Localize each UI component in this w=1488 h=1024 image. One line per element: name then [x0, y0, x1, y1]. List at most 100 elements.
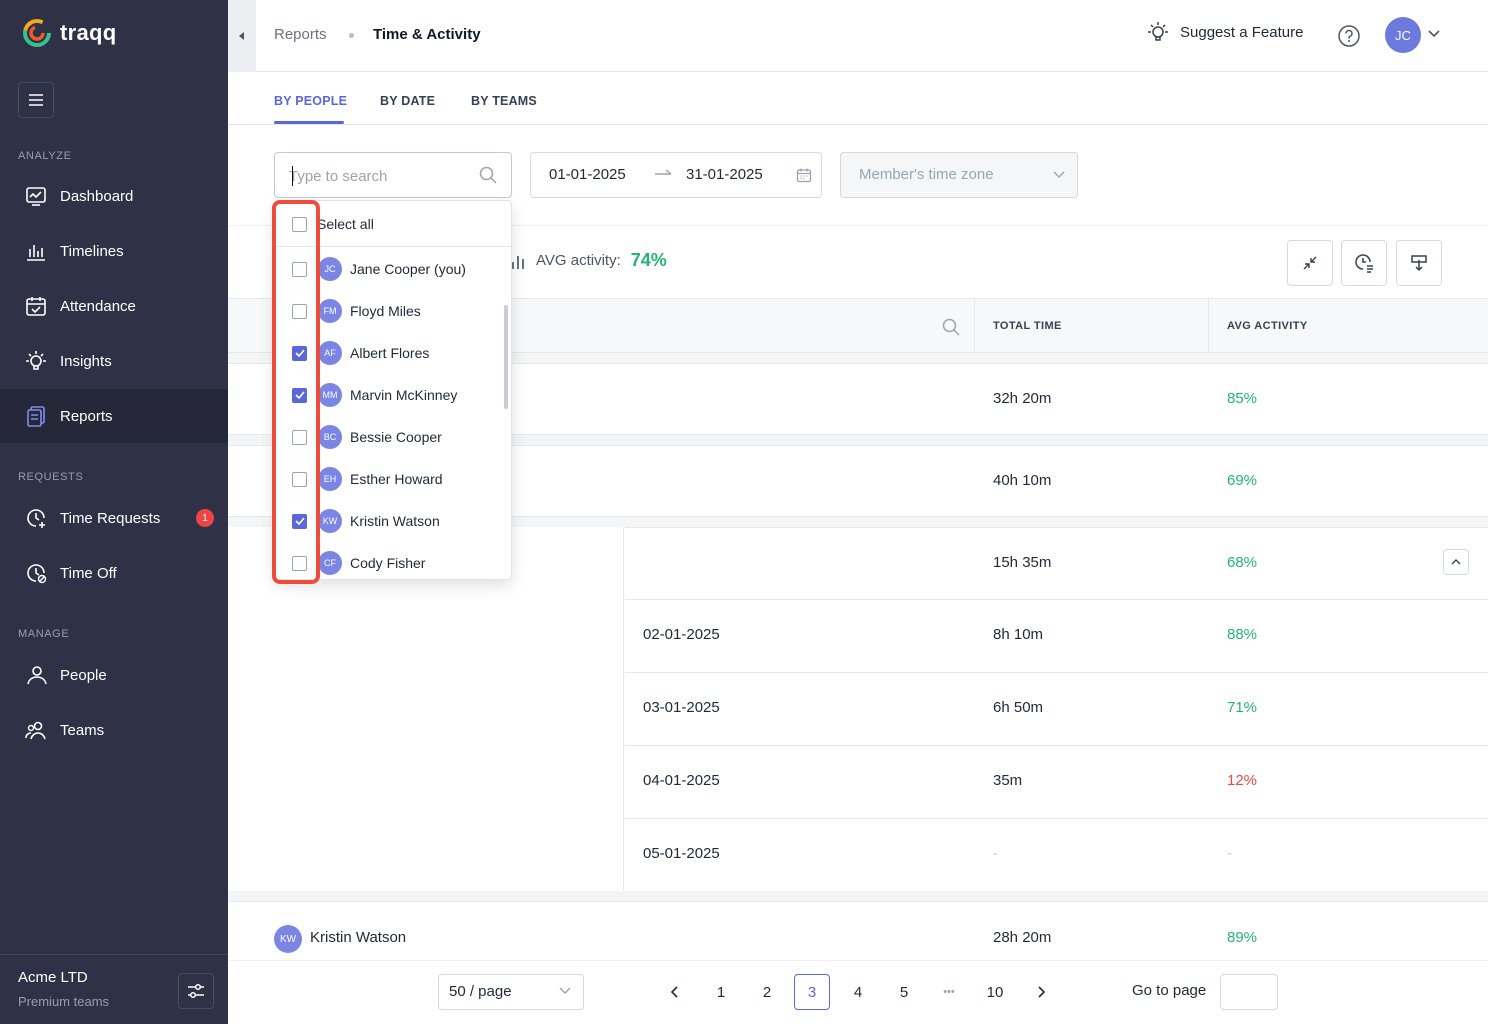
member-option[interactable]: KW Kristin Watson — [275, 500, 511, 542]
hamburger-icon — [29, 94, 43, 106]
select-all-checkbox[interactable] — [292, 217, 307, 232]
avg-activity: - — [1227, 845, 1232, 862]
prev-page-button[interactable] — [657, 974, 693, 1010]
date-sub-row: 05-01-2025 - - — [625, 819, 1488, 892]
caret-left-icon — [239, 32, 244, 40]
page-size-value: 50 / page — [449, 983, 512, 1000]
tab-by-people[interactable]: BY PEOPLE — [274, 94, 347, 108]
text-cursor — [292, 166, 293, 186]
member-checkbox[interactable] — [292, 429, 307, 445]
member-option[interactable]: EH Esther Howard — [275, 458, 511, 500]
date-to[interactable]: 31-01-2025 — [686, 166, 763, 183]
sidebar-item-time-off[interactable]: Time Off — [0, 546, 228, 600]
export-button[interactable] — [1396, 240, 1442, 286]
column-header-avg-activity[interactable]: AVG ACTIVITY — [1227, 320, 1308, 332]
bar-chart-icon — [24, 239, 48, 263]
breadcrumb-reports[interactable]: Reports — [274, 26, 327, 43]
page-10[interactable]: 10 — [977, 974, 1013, 1010]
team-icon — [24, 718, 48, 742]
date-sub-row: 02-01-2025 8h 10m 88% — [625, 600, 1488, 673]
sidebar-item-label: Teams — [60, 721, 105, 739]
page-size-select[interactable]: 50 / page — [438, 974, 584, 1010]
member-avatar: EH — [318, 467, 342, 491]
page-ellipsis[interactable]: ••• — [931, 974, 967, 1010]
avg-activity-value: 74% — [630, 250, 667, 270]
select-all-option[interactable]: Select all — [275, 201, 511, 247]
sidebar-item-label: Time Off — [60, 564, 117, 582]
page-2[interactable]: 2 — [749, 974, 785, 1010]
time-settings-button[interactable] — [1341, 240, 1387, 286]
sidebar-item-timelines[interactable]: Timelines — [0, 224, 228, 278]
member-avatar: FM — [318, 299, 342, 323]
date-from[interactable]: 01-01-2025 — [549, 166, 626, 183]
member-search-input[interactable] — [289, 165, 469, 187]
timezone-select[interactable]: Member's time zone — [840, 152, 1078, 198]
next-page-button[interactable] — [1023, 974, 1059, 1010]
total-time: 32h 20m — [993, 390, 1052, 407]
sidebar-item-attendance[interactable]: Attendance — [0, 279, 228, 333]
member-checkbox[interactable] — [292, 555, 307, 571]
sidebar-item-reports[interactable]: Reports — [0, 389, 228, 443]
dropdown-scrollbar[interactable] — [504, 305, 508, 409]
search-icon[interactable] — [942, 318, 960, 336]
member-search-box[interactable] — [274, 152, 512, 198]
sidebar-item-label: Insights — [60, 352, 112, 370]
member-name: Esther Howard — [350, 471, 443, 487]
table-row[interactable]: KW Kristin Watson 28h 20m 89% — [228, 901, 1488, 961]
clock-off-icon — [24, 561, 48, 585]
sub-row-date: 03-01-2025 — [643, 699, 720, 716]
person-icon — [24, 663, 48, 687]
chevron-right-icon — [1038, 986, 1045, 998]
search-icon — [479, 166, 497, 184]
download-icon — [1411, 255, 1427, 272]
arrow-right-icon — [655, 169, 672, 175]
member-checkbox[interactable] — [292, 303, 307, 319]
lightbulb-icon — [1148, 22, 1168, 41]
chevron-down-icon[interactable] — [1428, 30, 1440, 38]
member-checkbox-checked[interactable] — [292, 513, 307, 529]
member-checkbox[interactable] — [292, 261, 307, 277]
app-logo[interactable]: traqq — [22, 18, 117, 48]
checkmark-icon — [294, 349, 305, 357]
sidebar-item-label: Reports — [60, 407, 113, 425]
sidebar-item-insights[interactable]: Insights — [0, 334, 228, 388]
column-header-total-time[interactable]: TOTAL TIME — [993, 320, 1062, 332]
member-option[interactable]: FM Floyd Miles — [275, 290, 511, 332]
sidebar-item-label: People — [60, 666, 107, 684]
hamburger-menu-button[interactable] — [18, 82, 54, 118]
page-4[interactable]: 4 — [840, 974, 876, 1010]
breadcrumb-separator — [349, 33, 354, 38]
member-checkbox-checked[interactable] — [292, 387, 307, 403]
sidebar-item-time-requests[interactable]: Time Requests 1 — [0, 491, 228, 545]
member-option[interactable]: AF Albert Flores — [275, 332, 511, 374]
user-avatar[interactable]: JC — [1385, 17, 1421, 53]
page-3-current[interactable]: 3 — [794, 974, 830, 1010]
go-to-page-input[interactable] — [1220, 974, 1278, 1010]
page-1[interactable]: 1 — [703, 974, 739, 1010]
collapse-sidebar-button[interactable] — [228, 0, 256, 72]
clock-list-icon — [1355, 254, 1373, 273]
sidebar-item-teams[interactable]: Teams — [0, 703, 228, 757]
member-checkbox-checked[interactable] — [292, 345, 307, 361]
top-header: Reports Time & Activity Suggest a Featur… — [256, 0, 1488, 72]
workspace-settings-button[interactable] — [178, 973, 214, 1009]
member-option[interactable]: BC Bessie Cooper — [275, 416, 511, 458]
chevron-down-icon — [1053, 171, 1065, 178]
tab-by-date[interactable]: BY DATE — [380, 94, 435, 108]
sidebar-item-dashboard[interactable]: Dashboard — [0, 169, 228, 223]
plan-name: Premium teams — [18, 994, 110, 1009]
avg-activity: 85% — [1227, 390, 1258, 407]
date-range-picker[interactable]: 01-01-2025 31-01-2025 — [530, 152, 822, 198]
page-5[interactable]: 5 — [886, 974, 922, 1010]
table-row-expanded[interactable]: 15h 35m 68% — [625, 527, 1488, 600]
member-option[interactable]: JC Jane Cooper (you) — [275, 248, 511, 290]
collapse-all-button[interactable] — [1287, 240, 1333, 286]
member-checkbox[interactable] — [292, 471, 307, 487]
help-icon[interactable] — [1338, 25, 1360, 47]
member-option[interactable]: CF Cody Fisher — [275, 542, 511, 579]
member-option[interactable]: MM Marvin McKinney — [275, 374, 511, 416]
collapse-row-button[interactable] — [1443, 549, 1469, 575]
tab-by-teams[interactable]: BY TEAMS — [471, 94, 537, 108]
suggest-feature-button[interactable]: Suggest a Feature — [1146, 20, 1303, 44]
sidebar-item-people[interactable]: People — [0, 648, 228, 702]
